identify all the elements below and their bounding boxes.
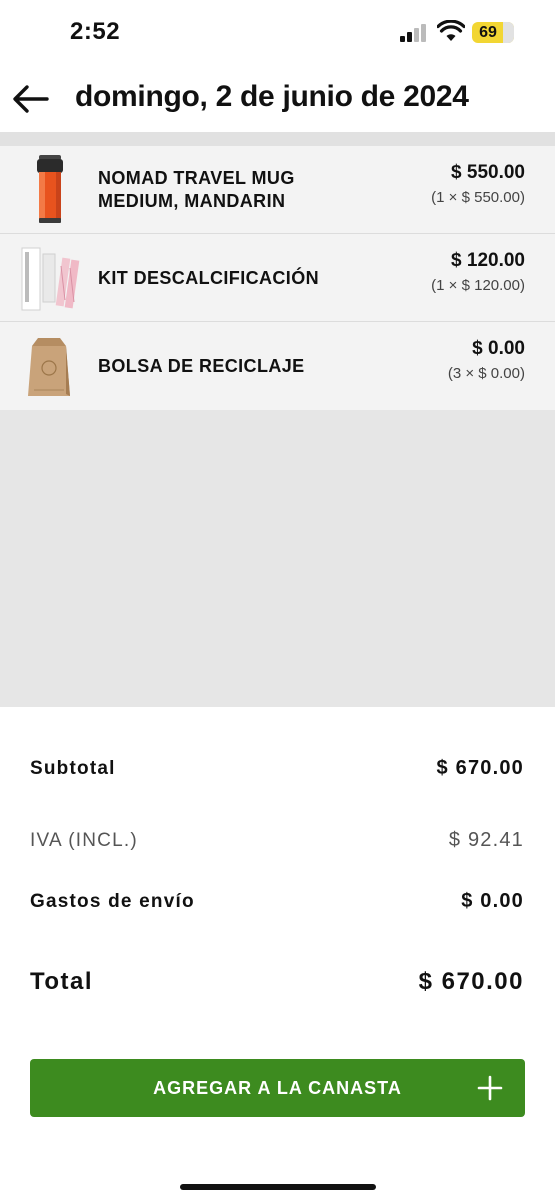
item-unit-price: (1 × $ 120.00) — [431, 277, 525, 294]
list-item[interactable]: NOMAD TRAVEL MUG MEDIUM, MANDARIN $ 550.… — [0, 146, 555, 234]
home-indicator[interactable] — [180, 1184, 376, 1190]
wifi-icon — [437, 20, 465, 41]
order-summary: Subtotal $ 670.00 IVA (INCL.) $ 92.41 Ga… — [0, 707, 555, 1200]
page-title: domingo, 2 de junio de 2024 — [75, 80, 469, 113]
order-items-list: NOMAD TRAVEL MUG MEDIUM, MANDARIN $ 550.… — [0, 146, 555, 410]
add-to-basket-button[interactable]: AGREGAR A LA CANASTA — [30, 1059, 525, 1117]
travel-mug-image — [37, 155, 63, 223]
item-price: $ 0.00 — [472, 338, 525, 359]
iva-row: IVA (INCL.) $ 92.41 — [30, 829, 524, 852]
total-label: Total — [30, 968, 94, 995]
item-price: $ 120.00 — [451, 250, 525, 271]
subtotal-row: Subtotal $ 670.00 — [30, 757, 524, 780]
item-name: NOMAD TRAVEL MUG MEDIUM, MANDARIN — [98, 168, 295, 211]
plus-icon — [477, 1075, 503, 1101]
item-unit-price: (3 × $ 0.00) — [447, 365, 525, 382]
recycling-bag-image — [28, 338, 70, 396]
item-price: $ 550.00 — [451, 162, 525, 183]
item-name: KIT DESCALCIFICACIÓN — [98, 267, 319, 288]
status-bar: 2:52 69 — [0, 0, 555, 60]
shipping-value: $ 0.00 — [461, 890, 524, 912]
list-item[interactable]: KIT DESCALCIFICACIÓN $ 120.00 (1 × $ 120… — [0, 234, 555, 322]
shipping-row: Gastos de envío $ 0.00 — [30, 890, 524, 913]
status-time: 2:52 — [70, 18, 121, 45]
arrow-left-icon[interactable] — [10, 78, 52, 120]
iva-label: IVA (INCL.) — [30, 829, 138, 851]
order-items-area: NOMAD TRAVEL MUG MEDIUM, MANDARIN $ 550.… — [0, 132, 555, 707]
total-row: Total $ 670.00 — [30, 968, 524, 996]
battery-level: 69 — [479, 24, 497, 41]
signal-icon — [400, 24, 426, 42]
subtotal-value: $ 670.00 — [436, 757, 524, 779]
battery-icon: 69 — [472, 22, 514, 43]
shipping-label: Gastos de envío — [30, 890, 195, 912]
subtotal-label: Subtotal — [30, 757, 116, 779]
list-item[interactable]: BOLSA DE RECICLAJE $ 0.00 (3 × $ 0.00) — [0, 322, 555, 410]
header: domingo, 2 de junio de 2024 — [0, 60, 555, 132]
iva-value: $ 92.41 — [448, 829, 524, 851]
add-to-basket-label: AGREGAR A LA CANASTA — [153, 1078, 402, 1098]
descaling-kit-image — [21, 247, 80, 311]
total-value: $ 670.00 — [418, 968, 524, 995]
item-name: BOLSA DE RECICLAJE — [98, 355, 305, 376]
item-unit-price: (1 × $ 550.00) — [431, 189, 525, 206]
